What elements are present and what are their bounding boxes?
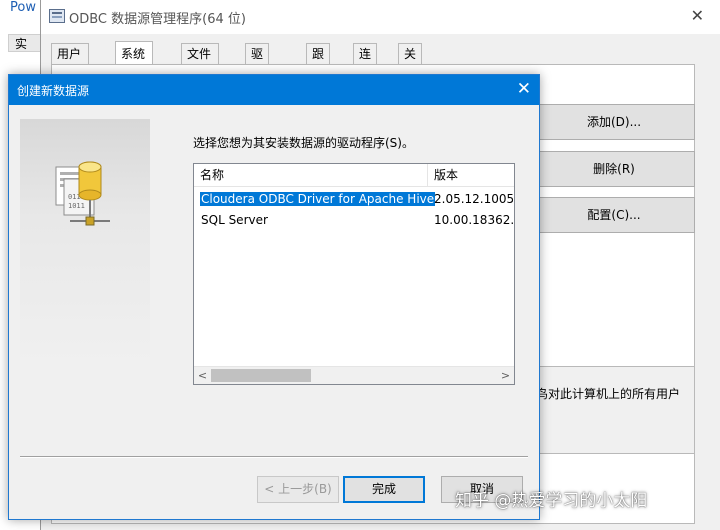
close-icon[interactable]: ✕ <box>691 6 704 25</box>
finish-button[interactable]: 完成 <box>343 476 425 503</box>
scrollbar-thumb[interactable] <box>211 369 311 382</box>
scroll-right-icon[interactable]: > <box>497 367 514 384</box>
zhihu-watermark: 知乎 @热爱学习的小太阳 <box>455 491 648 511</box>
driver-list[interactable]: 名称 版本 Cloudera ODBC Driver for Apache Hi… <box>193 163 515 385</box>
dialog-title: 创建新数据源 <box>17 84 90 98</box>
tab-user-dsn[interactable]: 用户 DSN <box>51 43 89 82</box>
driver-row-cloudera-hive[interactable]: Cloudera ODBC Driver for Apache Hive 2.0… <box>194 190 514 210</box>
system-dsn-info-text: 鸟对此计算机上的所有用户 <box>536 387 681 401</box>
close-icon[interactable]: ✕ <box>517 79 531 99</box>
dialog-titlebar: 创建新数据源 ✕ <box>9 75 539 105</box>
tab-tracing[interactable]: 跟踪 <box>306 43 331 82</box>
odbc-app-icon <box>49 9 65 23</box>
wizard-illustration: 0110 1011 <box>20 119 150 367</box>
column-header-name[interactable]: 名称 <box>194 164 428 186</box>
column-header-version[interactable]: 版本 <box>428 164 514 186</box>
dialog-separator <box>20 456 528 458</box>
driver-version: 2.05.12.1005 <box>434 192 515 206</box>
svg-text:1011: 1011 <box>68 202 85 210</box>
tab-about[interactable]: 关于 <box>398 43 423 82</box>
tab-file-dsn[interactable]: 文件 DSN <box>181 43 219 82</box>
driver-list-header: 名称 版本 <box>194 164 514 187</box>
tab-drivers[interactable]: 驱动程序 <box>245 43 270 124</box>
add-button[interactable]: 添加(D)... <box>533 104 695 140</box>
configure-button[interactable]: 配置(C)... <box>533 197 695 233</box>
horizontal-scrollbar[interactable]: < > <box>194 366 514 384</box>
delete-button[interactable]: 删除(R) <box>533 151 695 187</box>
driver-version: 10.00.18362.0 <box>434 213 515 227</box>
back-button[interactable]: < 上一步(B) <box>257 476 339 503</box>
create-data-source-dialog: 创建新数据源 ✕ 0110 1011 选择您想为其安装数据源的驱动程序(S)。 … <box>8 74 540 520</box>
driver-row-sql-server[interactable]: SQL Server 10.00.18362.0 <box>194 211 514 231</box>
tab-system-dsn[interactable]: 系统 DSN <box>115 41 153 85</box>
background-app-toolbar-label: 实 <box>15 37 28 51</box>
background-app-title: Pow <box>10 0 36 15</box>
scroll-left-icon[interactable]: < <box>194 367 211 384</box>
database-driver-icon: 0110 1011 <box>55 161 110 226</box>
driver-name: Cloudera ODBC Driver for Apache Hive <box>200 192 436 206</box>
driver-select-prompt: 选择您想为其安装数据源的驱动程序(S)。 <box>193 136 414 150</box>
tab-connection-pooling[interactable]: 连接池 <box>353 43 378 103</box>
odbc-titlebar: ODBC 数据源管理程序(64 位) ✕ <box>41 0 720 34</box>
odbc-title: ODBC 数据源管理程序(64 位) <box>69 12 246 27</box>
driver-name: SQL Server <box>201 213 268 227</box>
